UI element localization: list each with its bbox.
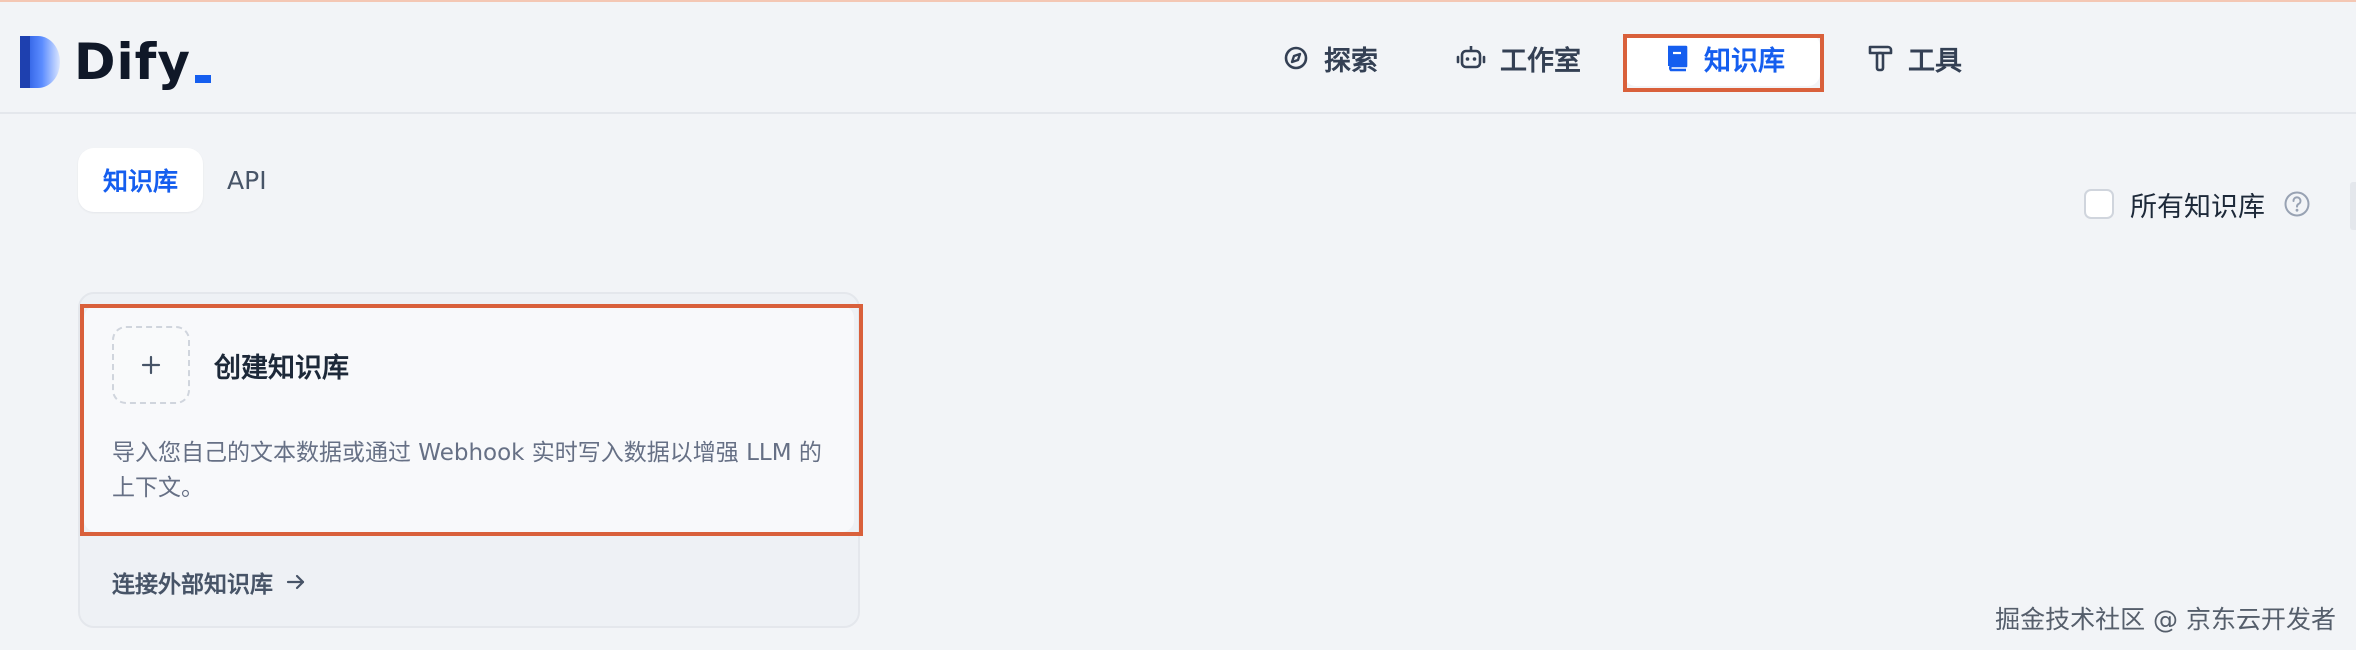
nav-explore-label: 探索 [1324,45,1378,77]
nav-studio-label: 工作室 [1500,45,1581,77]
app-name: Dify [74,33,191,91]
arrow-right-icon [286,574,305,590]
dify-logo-icon [20,36,60,88]
tab-knowledge[interactable]: 知识库 [78,148,204,212]
all-knowledge-label[interactable]: 所有知识库 [2130,185,2265,224]
connect-external-label: 连接外部知识库 [112,572,273,598]
help-icon[interactable] [2283,190,2311,218]
create-knowledge-description: 导入您自己的文本数据或通过 Webhook 实时写入数据以增强 LLM 的上下文… [112,440,822,501]
create-plus-button[interactable] [112,326,190,404]
logo-cursor-mark [195,75,211,83]
dify-logo[interactable]: Dify [16,32,211,92]
book-icon [1668,45,1688,72]
watermark: 掘金技术社区 @ 京东云开发者 [1995,605,2336,634]
tab-api[interactable]: API [203,148,291,212]
nav-knowledge[interactable]: 知识库 [1664,34,1785,82]
nav-studio[interactable]: 工作室 [1456,34,1581,82]
compass-icon [1284,46,1308,70]
plus-icon [141,355,161,375]
nav-explore[interactable]: 探索 [1282,34,1378,82]
robot-icon [1456,46,1486,69]
create-knowledge-title[interactable]: 创建知识库 [214,346,349,385]
all-knowledge-checkbox[interactable] [2084,189,2114,219]
tab-bar: 知识库 API [78,148,291,212]
hammer-icon [1868,45,1893,72]
connect-external-knowledge-link[interactable]: 连接外部知识库 [112,566,307,598]
nav-tools[interactable]: 工具 [1866,34,1962,82]
nav-tools-label: 工具 [1908,45,1962,77]
top-header: Dify [0,2,2356,114]
nav-knowledge-label: 知识库 [1704,45,1785,77]
right-panel-edge [2350,182,2356,230]
all-knowledge-filter: 所有知识库 [2084,185,2311,224]
